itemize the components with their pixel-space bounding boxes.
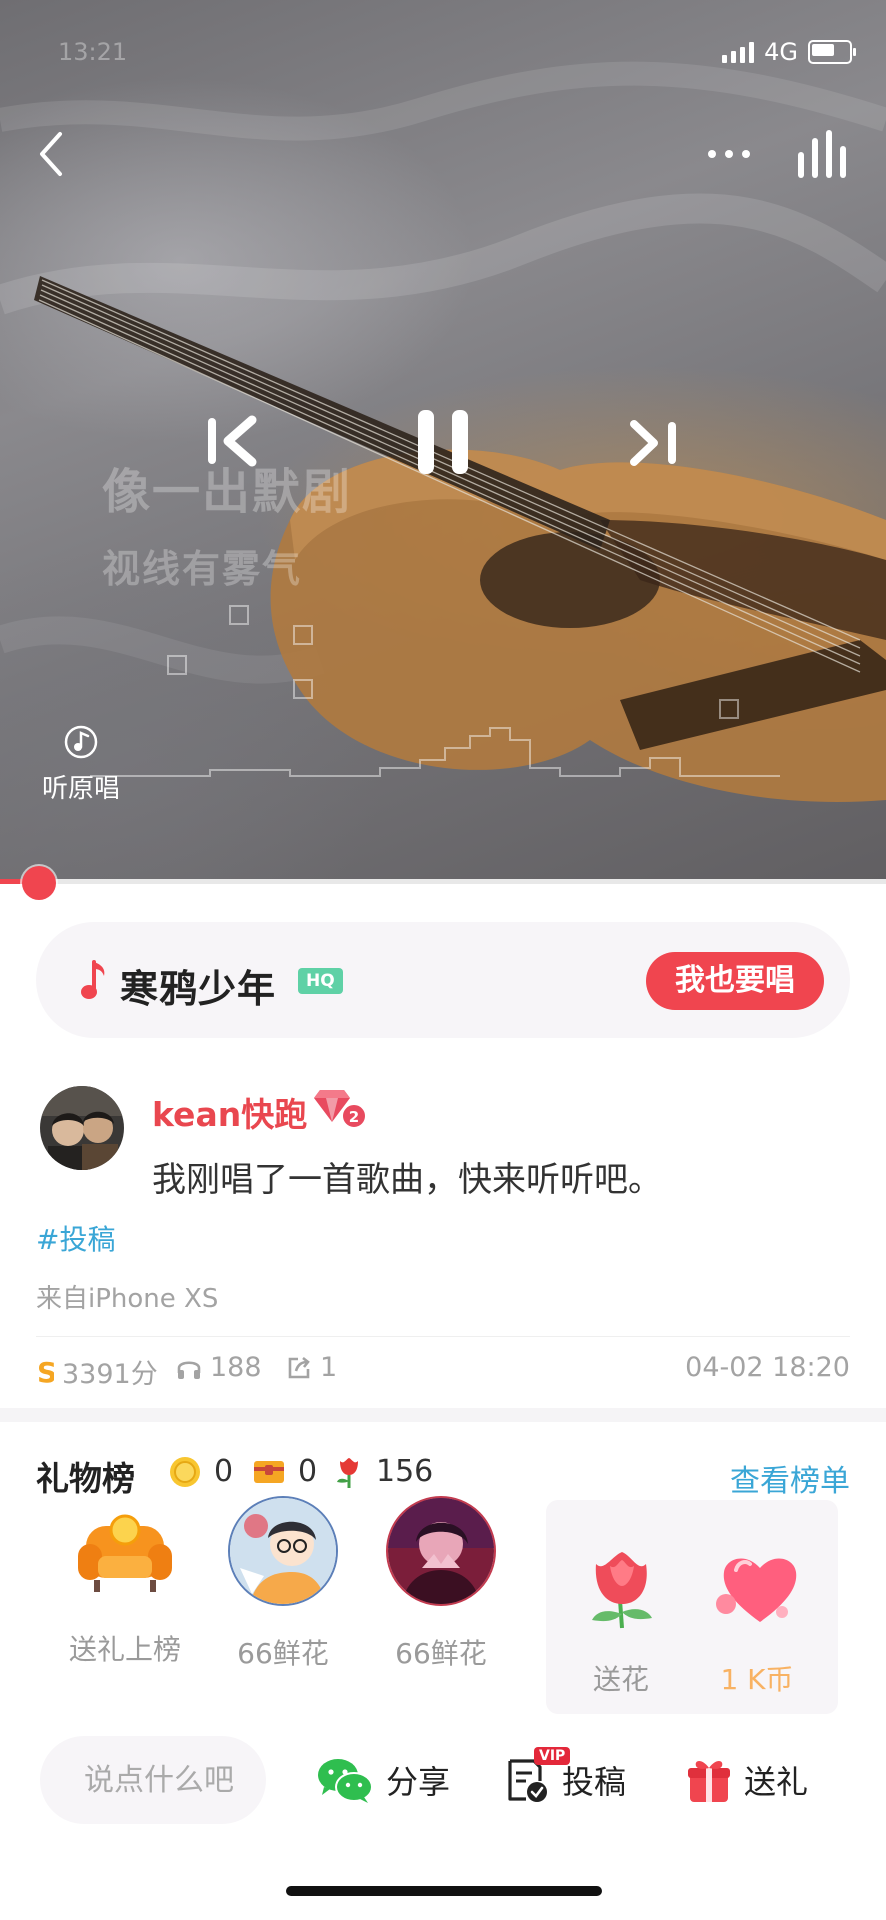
listen-stat: 188 [176,1352,262,1383]
post-text: 我刚唱了一首歌曲，快来听听吧。 [152,1160,662,1200]
back-button[interactable] [30,126,74,182]
sofa-icon [72,1496,178,1602]
svg-text:S: S [37,1357,54,1387]
score-stat: S 3391分 [36,1352,158,1391]
music-note-icon [81,960,105,999]
send-flower-label: 送花 [592,1663,649,1696]
flower-count: 156 [334,1454,433,1489]
share-stat: 1 [286,1352,337,1383]
avatar[interactable] [40,1086,124,1170]
svg-text:2: 2 [349,1108,359,1126]
flower-count-value: 156 [376,1454,434,1489]
gift-rank-slot[interactable]: 送礼上榜 [60,1496,190,1668]
headphones-icon [177,1360,201,1379]
username[interactable]: kean快跑 [152,1088,307,1136]
section-divider [0,1408,886,1422]
gift-box-icon [688,1761,730,1802]
status-time: 13:21 [58,38,128,66]
device-source: 来自iPhone XS [36,1284,219,1314]
song-card[interactable]: 寒鸦少年 HQ 我也要唱 [36,922,850,1038]
share-button[interactable]: 分享 [316,1748,450,1812]
song-title: 寒鸦少年 [120,967,277,1011]
treasure-box-icon [254,1460,284,1483]
avatar [228,1496,338,1606]
network-label: 4G [764,38,798,66]
listen-value: 188 [210,1352,262,1383]
hashtag-link[interactable]: #投稿 [36,1218,115,1258]
signal-icon [722,41,755,63]
score-value: 3391分 [62,1359,158,1390]
lyric-line: 像一出默剧 [102,464,353,520]
gift-button[interactable]: 送礼 [686,1748,808,1812]
home-indicator [286,1886,602,1896]
coin-count: 0 [168,1454,233,1489]
coin-icon [170,1456,200,1487]
progress-knob[interactable] [22,866,56,900]
submit-label: 投稿 [562,1763,627,1801]
divider [36,1336,850,1337]
score-s-icon: S [37,1357,54,1387]
diamond-rank-icon: 2 [314,1090,367,1129]
user-photo [40,1086,124,1170]
coin-count-value: 0 [214,1454,234,1489]
submit-button[interactable]: VIP 投稿 [504,1747,627,1812]
wechat-icon [318,1759,373,1803]
rose-icon [592,1552,652,1629]
listen-original-button[interactable]: 听原唱 [36,724,126,805]
lyric-line: 视线有雾气 [102,547,303,591]
vip-badge: VIP [534,1747,571,1765]
gift-rank-slot[interactable]: 66鲜花 [376,1496,506,1672]
equalizer-button[interactable] [796,128,848,180]
avatar [386,1496,496,1606]
pause-icon [418,410,468,474]
post-stats: S 3391分 188 1 04-02 18:20 [36,1352,850,1394]
submit-icon-wrap: VIP [504,1747,571,1805]
pause-button[interactable] [414,408,472,476]
chevron-left-icon [40,132,62,176]
more-button[interactable] [706,140,752,168]
gift-slot-label: 66鲜花 [237,1637,329,1670]
hq-badge: HQ [298,968,343,994]
gift-slot-label: 66鲜花 [395,1637,487,1670]
gift-slot-label: 送礼上榜 [68,1633,181,1666]
send-flower-option[interactable]: 送花 [556,1542,686,1698]
gift-board-title: 礼物榜 [36,1459,135,1498]
status-bar: 13:21 4G [0,0,886,100]
quick-gift-panel: 送花 1 K币 [546,1500,838,1714]
progress-bar[interactable] [0,879,886,884]
battery-icon [808,40,856,64]
box-count: 0 [252,1454,317,1489]
more-dots-icon [708,150,750,158]
share-value: 1 [320,1352,338,1383]
share-label: 分享 [386,1763,451,1801]
view-board-link[interactable]: 查看榜单 [730,1456,850,1500]
sing-too-button[interactable]: 我也要唱 [646,952,824,1010]
next-button[interactable] [628,418,680,468]
comment-input[interactable] [40,1736,266,1824]
heart-price-label: 1 K币 [720,1663,794,1696]
music-disc-icon [64,725,98,759]
post-date: 04-02 18:20 [685,1352,850,1383]
equalizer-icon [798,130,846,178]
share-out-icon [288,1356,310,1378]
skip-next-icon [630,420,676,466]
player-cover: 13:21 4G 像一出默剧 视线有雾气 听原唱 [0,0,886,882]
listen-original-label: 听原唱 [41,774,120,804]
gift-label: 送礼 [744,1763,809,1801]
heart-icon [716,1558,797,1622]
box-count-value: 0 [298,1454,318,1489]
flower-icon [337,1457,358,1488]
status-indicators: 4G [722,38,856,66]
send-heart-option[interactable]: 1 K币 [692,1542,822,1698]
gift-rank-slot[interactable]: 66鲜花 [218,1496,348,1672]
